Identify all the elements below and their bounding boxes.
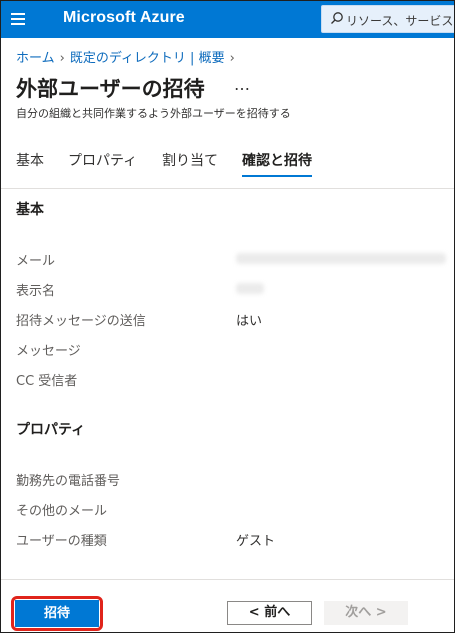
field-label-send-invite-message: 招待メッセージの送信 — [16, 314, 146, 329]
section-heading-basics: 基本 — [16, 202, 44, 218]
search-input[interactable]: リソース、サービス、ド — [321, 5, 454, 33]
field-label-display-name: 表示名 — [16, 284, 56, 299]
section-heading-properties: プロパティ — [16, 422, 86, 438]
footer-divider — [1, 579, 454, 580]
field-label-message: メッセージ — [16, 344, 81, 359]
field-value-send-invite-message: はい — [236, 314, 263, 329]
breadcrumb-directory-overview[interactable]: 既定のディレクトリ | 概要 — [70, 51, 225, 66]
display-name-value-redacted — [236, 283, 264, 294]
email-value-redacted — [236, 253, 446, 264]
next-button[interactable]: 次へ > — [324, 601, 408, 625]
search-icon — [331, 12, 343, 24]
more-options-button[interactable]: … — [234, 75, 251, 94]
invite-button[interactable]: 招待 — [15, 600, 99, 627]
previous-button[interactable]: < 前へ — [227, 601, 312, 625]
tab-review-invite[interactable]: 確認と招待 — [242, 150, 312, 177]
brand-title[interactable]: Microsoft Azure — [63, 9, 185, 27]
field-label-user-type: ユーザーの種類 — [16, 534, 107, 549]
tab-divider — [1, 188, 454, 189]
field-value-user-type: ゲスト — [236, 534, 276, 549]
search-placeholder: リソース、サービス、ド — [346, 14, 454, 28]
field-label-cc-recipients: CC 受信者 — [16, 374, 78, 389]
field-label-other-email: その他のメール — [16, 504, 108, 519]
chevron-right-icon: › — [59, 51, 65, 66]
tab-basics[interactable]: 基本 — [16, 150, 44, 170]
breadcrumb-home[interactable]: ホーム — [16, 51, 55, 66]
tab-properties[interactable]: プロパティ — [68, 150, 137, 170]
breadcrumb: ホーム › 既定のディレクトリ | 概要 › — [16, 47, 240, 66]
top-bar: Microsoft Azure リソース、サービス、ド — [1, 1, 454, 38]
field-label-email: メール — [16, 254, 56, 269]
field-label-work-phone: 勤務先の電話番号 — [16, 474, 121, 489]
app-window: Microsoft Azure リソース、サービス、ド ホーム › 既定のディレクト… — [0, 0, 455, 633]
hamburger-icon[interactable] — [11, 11, 29, 27]
page-subtitle: 自分の組織と共同作業するよう外部ユーザーを招待する — [16, 107, 291, 120]
chevron-right-icon: › — [229, 51, 235, 66]
tab-assignments[interactable]: 割り当て — [162, 150, 218, 170]
page-title: 外部ユーザーの招待 — [16, 77, 205, 101]
